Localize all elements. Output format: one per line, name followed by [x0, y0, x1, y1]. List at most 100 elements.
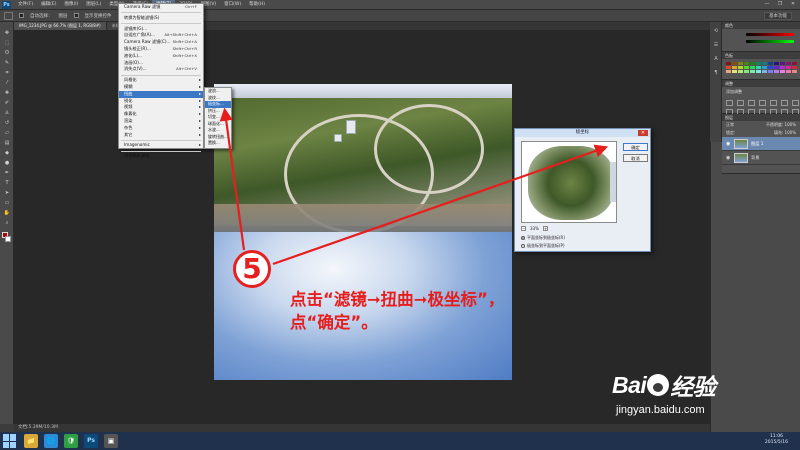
history-brush-tool-icon[interactable]: ↺ — [3, 120, 11, 126]
eyedropper-tool-icon[interactable]: ⁄ — [3, 80, 11, 86]
filter-menu-item[interactable]: 其它 ▸ — [119, 132, 203, 139]
filter-menu-item[interactable]: Camera Raw 滤镜 Ctrl+F — [119, 4, 203, 11]
color-swatch[interactable] — [732, 66, 737, 69]
auto-select-dropdown[interactable]: 图层 — [59, 13, 68, 19]
color-swatch[interactable] — [738, 62, 743, 65]
color-swatch[interactable] — [726, 62, 731, 65]
quick-select-tool-icon[interactable]: ✎ — [3, 60, 11, 66]
visibility-eye-icon[interactable]: ◉ — [726, 155, 731, 161]
adjustment-icon[interactable] — [759, 100, 766, 106]
filter-menu-item[interactable]: 扭曲 ▸ — [119, 90, 203, 98]
layers-panel-tab[interactable]: 图层 — [722, 114, 800, 121]
swatches-panel-tab[interactable]: 色板 — [722, 52, 800, 59]
menu-item[interactable]: 图像(I) — [60, 0, 82, 10]
radio-polar-to-rect[interactable]: 极坐标到平面坐标(P) — [521, 243, 565, 249]
dialog-close-button[interactable]: ✕ — [638, 130, 648, 136]
layer-row[interactable]: ◉ 背景 — [722, 151, 800, 165]
red-slider[interactable] — [746, 33, 794, 36]
ok-button[interactable]: 确定 — [623, 143, 648, 151]
close-button[interactable]: ✕ — [788, 1, 798, 8]
color-swatch[interactable] — [768, 62, 773, 65]
filter-menu-item[interactable]: 消失点(V)... Alt+Ctrl+V — [119, 66, 203, 73]
history-icon[interactable]: ⟲ — [712, 28, 720, 36]
filter-menu-item[interactable]: 风格化 ▸ — [119, 77, 203, 84]
distort-menu-item[interactable]: 置换... — [205, 140, 231, 147]
color-swatch[interactable] — [732, 62, 737, 65]
color-swatch[interactable] — [756, 66, 761, 69]
pen-tool-icon[interactable]: ✒ — [3, 170, 11, 176]
color-swatch[interactable] — [768, 70, 773, 73]
filter-menu-item[interactable]: 像素化 ▸ — [119, 111, 203, 118]
color-swatch[interactable] — [750, 62, 755, 65]
workspace-switcher[interactable]: 基本功能 — [764, 12, 792, 20]
filter-menu-item[interactable]: Camera Raw 滤镜(C)... Shift+Ctrl+A — [119, 39, 203, 46]
properties-icon[interactable]: ☰ — [712, 42, 720, 50]
color-swatch[interactable] — [792, 62, 797, 65]
marquee-tool-icon[interactable]: ⬚ — [3, 40, 11, 46]
move-tool-icon[interactable]: ✥ — [3, 30, 11, 36]
color-swatch[interactable] — [768, 66, 773, 69]
eraser-tool-icon[interactable]: ▱ — [3, 130, 11, 136]
color-swatch[interactable] — [792, 70, 797, 73]
document-image[interactable] — [214, 84, 512, 380]
menu-item[interactable]: 编辑(E) — [37, 0, 60, 10]
zoom-tool-icon[interactable]: ⌕ — [3, 220, 11, 226]
preview-scrollbar[interactable] — [610, 162, 616, 202]
filter-menu-item[interactable]: 浏览联机滤镜... — [119, 153, 203, 160]
minimize-button[interactable]: — — [762, 1, 772, 8]
color-swatch[interactable] — [738, 66, 743, 69]
zoom-out-button[interactable]: − — [521, 225, 526, 231]
color-swatch[interactable] — [726, 70, 731, 73]
file-explorer-icon[interactable]: 📁 — [24, 434, 38, 448]
filter-menu-item[interactable]: 杂色 ▸ — [119, 125, 203, 132]
color-swatch[interactable] — [756, 62, 761, 65]
security-icon[interactable]: 🛡 — [64, 434, 78, 448]
filter-menu-item[interactable]: 模糊 ▸ — [119, 84, 203, 91]
adjustment-icon[interactable] — [726, 100, 733, 106]
color-swatch[interactable] — [762, 66, 767, 69]
crop-tool-icon[interactable]: ⌗ — [3, 70, 11, 76]
radio-rect-to-polar[interactable]: 平面坐标到极坐标(R) — [521, 235, 565, 241]
browser-icon[interactable]: 🌐 — [44, 434, 58, 448]
filter-menu-item[interactable]: 液化(L)... Shift+Ctrl+X — [119, 53, 203, 60]
color-swatch[interactable] — [786, 62, 791, 65]
cancel-button[interactable]: 取消 — [623, 154, 648, 162]
show-transform-checkbox[interactable] — [73, 13, 79, 18]
character-icon[interactable]: A — [712, 56, 720, 64]
menu-item[interactable]: 帮助(H) — [245, 0, 269, 10]
adjustment-icon[interactable] — [781, 100, 788, 106]
layer-row[interactable]: ◉ 图层 1 — [722, 137, 800, 151]
zoom-in-button[interactable]: + — [542, 225, 548, 231]
lasso-tool-icon[interactable]: ʘ — [3, 50, 11, 56]
color-swatch[interactable] — [750, 66, 755, 69]
document-tab[interactable]: IMG_1234.JPG @ 66.7% (图层 1, RGB/8#) — [14, 22, 107, 30]
hand-tool-icon[interactable]: ✋ — [3, 210, 11, 216]
color-swatch[interactable] — [732, 70, 737, 73]
color-swatch[interactable] — [762, 70, 767, 73]
opacity-field[interactable]: 不透明度: 100% — [766, 122, 796, 128]
start-button[interactable] — [3, 434, 17, 448]
paragraph-icon[interactable]: ¶ — [712, 70, 720, 78]
filter-menu-item[interactable]: Imagenomic ▸ — [119, 142, 203, 149]
brush-tool-icon[interactable]: ✐ — [3, 100, 11, 106]
visibility-eye-icon[interactable]: ◉ — [726, 141, 731, 147]
stamp-tool-icon[interactable]: ♙ — [3, 110, 11, 116]
adjustment-icon[interactable] — [792, 100, 799, 106]
photoshop-taskbar-icon[interactable]: Ps — [84, 434, 98, 448]
color-swatch[interactable] — [744, 62, 749, 65]
filter-menu-item[interactable]: 镜头校正(R)... Shift+Ctrl+R — [119, 46, 203, 53]
color-swatch[interactable] — [780, 66, 785, 69]
adjustments-panel-tab[interactable]: 调整 — [722, 80, 800, 87]
healing-tool-icon[interactable]: ✚ — [3, 90, 11, 96]
menu-item[interactable]: 文件(F) — [14, 0, 37, 10]
blend-mode-select[interactable]: 正常 — [726, 122, 734, 128]
color-swatch[interactable] — [780, 70, 785, 73]
menu-item[interactable]: 窗口(W) — [220, 0, 245, 10]
adjustment-icon[interactable] — [737, 100, 744, 106]
blur-tool-icon[interactable]: ◆ — [3, 150, 11, 156]
auto-select-checkbox[interactable] — [19, 13, 24, 18]
color-swatch[interactable] — [756, 70, 761, 73]
color-swatch[interactable] — [738, 70, 743, 73]
color-swatch[interactable] — [780, 62, 785, 65]
color-swatch[interactable] — [774, 70, 779, 73]
